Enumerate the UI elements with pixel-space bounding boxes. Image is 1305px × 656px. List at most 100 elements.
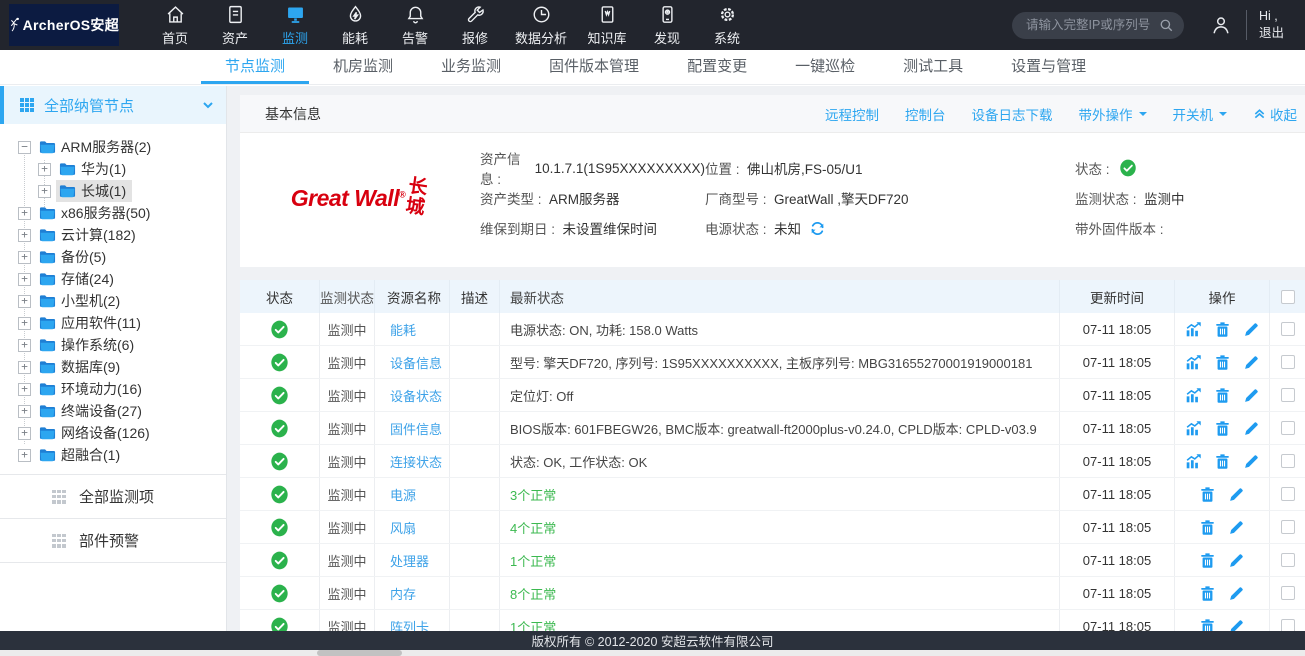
edit-icon[interactable] bbox=[1243, 387, 1260, 404]
tree-node[interactable]: +小型机(2) bbox=[0, 290, 226, 312]
sidebar-section-component-warning[interactable]: 部件预警 bbox=[0, 519, 226, 563]
edit-icon[interactable] bbox=[1228, 585, 1245, 602]
chart-trend-icon[interactable] bbox=[1185, 354, 1202, 371]
tab-one-key-inspection[interactable]: 一键巡检 bbox=[771, 50, 879, 84]
tree-node[interactable]: +超融合(1) bbox=[0, 444, 226, 466]
tree-node[interactable]: +存储(24) bbox=[0, 268, 226, 290]
chart-trend-icon[interactable] bbox=[1185, 321, 1202, 338]
expand-toggle[interactable]: + bbox=[18, 251, 31, 264]
resource-link[interactable]: 风扇 bbox=[390, 518, 416, 537]
tree-node[interactable]: +应用软件(11) bbox=[0, 312, 226, 334]
expand-toggle[interactable]: + bbox=[18, 207, 31, 220]
resource-link[interactable]: 设备信息 bbox=[390, 353, 442, 372]
search-input[interactable] bbox=[1026, 18, 1159, 32]
nav-item-knowledge-base[interactable]: 知识库 bbox=[577, 0, 637, 50]
edit-icon[interactable] bbox=[1243, 420, 1260, 437]
tree-node[interactable]: +操作系统(6) bbox=[0, 334, 226, 356]
tree-node[interactable]: +备份(5) bbox=[0, 246, 226, 268]
edit-icon[interactable] bbox=[1228, 552, 1245, 569]
edit-icon[interactable] bbox=[1228, 486, 1245, 503]
tab-settings-management[interactable]: 设置与管理 bbox=[987, 50, 1110, 84]
edit-icon[interactable] bbox=[1228, 519, 1245, 536]
resource-link[interactable]: 内存 bbox=[390, 584, 416, 603]
edit-icon[interactable] bbox=[1243, 321, 1260, 338]
search-icon[interactable] bbox=[1159, 18, 1174, 33]
expand-toggle[interactable]: + bbox=[18, 229, 31, 242]
nav-item-repair[interactable]: 报修 bbox=[445, 0, 505, 50]
expand-toggle[interactable]: + bbox=[18, 449, 31, 462]
row-checkbox[interactable] bbox=[1281, 520, 1295, 534]
expand-toggle[interactable]: + bbox=[18, 317, 31, 330]
action-console[interactable]: 控制台 bbox=[905, 104, 946, 124]
expand-toggle[interactable]: + bbox=[18, 383, 31, 396]
expand-toggle[interactable]: + bbox=[38, 163, 51, 176]
tab-config-change[interactable]: 配置变更 bbox=[663, 50, 771, 84]
resource-link[interactable]: 处理器 bbox=[390, 551, 429, 570]
action-device-log-download[interactable]: 设备日志下载 bbox=[972, 104, 1053, 124]
scrollbar-thumb[interactable] bbox=[317, 650, 402, 656]
row-checkbox[interactable] bbox=[1281, 421, 1295, 435]
edit-icon[interactable] bbox=[1243, 354, 1260, 371]
nav-item-system[interactable]: 系统 bbox=[697, 0, 757, 50]
expand-toggle[interactable]: + bbox=[18, 361, 31, 374]
expand-toggle[interactable]: + bbox=[18, 427, 31, 440]
row-checkbox[interactable] bbox=[1281, 487, 1295, 501]
delete-icon[interactable] bbox=[1199, 585, 1216, 602]
refresh-icon[interactable] bbox=[809, 220, 826, 237]
resource-link[interactable]: 电源 bbox=[390, 485, 416, 504]
row-checkbox[interactable] bbox=[1281, 454, 1295, 468]
row-checkbox[interactable] bbox=[1281, 388, 1295, 402]
delete-icon[interactable] bbox=[1214, 420, 1231, 437]
action-remote-control[interactable]: 远程控制 bbox=[825, 104, 879, 124]
nav-item-discovery[interactable]: 发现 bbox=[637, 0, 697, 50]
resource-link[interactable]: 连接状态 bbox=[390, 452, 442, 471]
nav-item-monitoring[interactable]: 监测 bbox=[265, 0, 325, 50]
row-checkbox[interactable] bbox=[1281, 553, 1295, 567]
collapse-toggle[interactable]: − bbox=[18, 141, 31, 154]
delete-icon[interactable] bbox=[1199, 552, 1216, 569]
nav-item-alarms[interactable]: 告警 bbox=[385, 0, 445, 50]
resource-link[interactable]: 设备状态 bbox=[390, 386, 442, 405]
nav-item-data-analysis[interactable]: 数据分析 bbox=[505, 0, 577, 50]
row-checkbox[interactable] bbox=[1281, 355, 1295, 369]
tab-test-tools[interactable]: 测试工具 bbox=[879, 50, 987, 84]
expand-toggle[interactable]: + bbox=[38, 185, 51, 198]
expand-toggle[interactable]: + bbox=[18, 405, 31, 418]
app-logo[interactable]: ArcherOS安超 bbox=[9, 4, 119, 46]
delete-icon[interactable] bbox=[1214, 354, 1231, 371]
expand-toggle[interactable]: + bbox=[18, 273, 31, 286]
nav-item-home[interactable]: 首页 bbox=[145, 0, 205, 50]
select-all-checkbox[interactable] bbox=[1281, 290, 1295, 304]
nav-item-assets[interactable]: 资产 bbox=[205, 0, 265, 50]
collapse-link[interactable]: 收起 bbox=[1253, 104, 1297, 124]
horizontal-scrollbar[interactable] bbox=[0, 650, 1305, 656]
logout-link[interactable]: 退出 bbox=[1259, 25, 1305, 42]
resource-link[interactable]: 固件信息 bbox=[390, 419, 442, 438]
chart-trend-icon[interactable] bbox=[1185, 387, 1202, 404]
chart-trend-icon[interactable] bbox=[1185, 453, 1202, 470]
tree-node[interactable]: +环境动力(16) bbox=[0, 378, 226, 400]
delete-icon[interactable] bbox=[1214, 387, 1231, 404]
delete-icon[interactable] bbox=[1214, 321, 1231, 338]
chart-trend-icon[interactable] bbox=[1185, 420, 1202, 437]
delete-icon[interactable] bbox=[1214, 453, 1231, 470]
action-oob-operations[interactable]: 带外操作 bbox=[1079, 104, 1147, 124]
expand-toggle[interactable]: + bbox=[18, 339, 31, 352]
tree-node[interactable]: +云计算(182) bbox=[0, 224, 226, 246]
tree-node[interactable]: +数据库(9) bbox=[0, 356, 226, 378]
chevron-down-icon[interactable] bbox=[202, 99, 214, 111]
edit-icon[interactable] bbox=[1243, 453, 1260, 470]
tab-business-monitoring[interactable]: 业务监测 bbox=[417, 50, 525, 84]
expand-toggle[interactable]: + bbox=[18, 295, 31, 308]
resource-link[interactable]: 能耗 bbox=[390, 320, 416, 339]
row-checkbox[interactable] bbox=[1281, 586, 1295, 600]
tree-node[interactable]: +网络设备(126) bbox=[0, 422, 226, 444]
delete-icon[interactable] bbox=[1199, 519, 1216, 536]
row-checkbox[interactable] bbox=[1281, 322, 1295, 336]
tree-node[interactable]: +终端设备(27) bbox=[0, 400, 226, 422]
tab-node-monitoring[interactable]: 节点监测 bbox=[201, 50, 309, 84]
sidebar-header[interactable]: 全部纳管节点 bbox=[0, 86, 226, 124]
nav-item-energy[interactable]: 能耗 bbox=[325, 0, 385, 50]
tree-node[interactable]: +长城(1) bbox=[0, 180, 226, 202]
tab-firmware-version-management[interactable]: 固件版本管理 bbox=[525, 50, 663, 84]
